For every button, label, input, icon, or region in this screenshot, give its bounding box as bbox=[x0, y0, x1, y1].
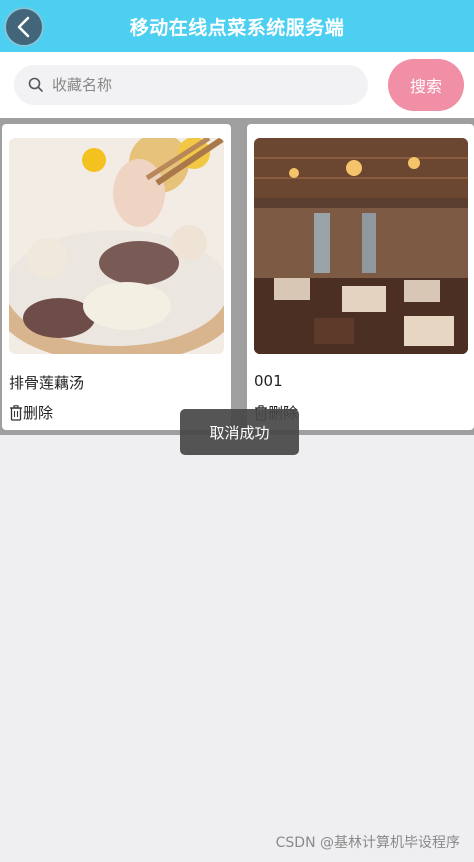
app-header: 移动在线点菜系统服务端 bbox=[0, 0, 474, 52]
dish-name: 排骨莲藕汤 bbox=[9, 374, 85, 392]
page-title: 移动在线点菜系统服务端 bbox=[129, 16, 345, 39]
search-box[interactable] bbox=[14, 65, 368, 105]
watermark: CSDN @基林计算机毕设程序 bbox=[275, 835, 460, 851]
favorite-card[interactable]: 001 删除 bbox=[247, 124, 474, 430]
dish-image[interactable] bbox=[9, 138, 224, 354]
search-button[interactable]: 搜索 bbox=[388, 59, 464, 111]
delete-label: 删除 bbox=[23, 404, 54, 422]
restaurant-image[interactable] bbox=[254, 138, 468, 354]
favorite-card[interactable]: 排骨莲藕汤 删除 bbox=[2, 124, 231, 430]
delete-button[interactable]: 删除 bbox=[9, 402, 53, 423]
dish-name: 001 bbox=[254, 372, 283, 390]
trash-icon bbox=[10, 404, 22, 421]
chevron-left-icon bbox=[17, 16, 30, 38]
search-icon bbox=[28, 77, 43, 92]
search-input[interactable] bbox=[52, 76, 352, 94]
back-button[interactable] bbox=[4, 7, 44, 47]
search-bar: 搜索 bbox=[0, 52, 474, 118]
toast-message: 取消成功 bbox=[180, 409, 299, 455]
